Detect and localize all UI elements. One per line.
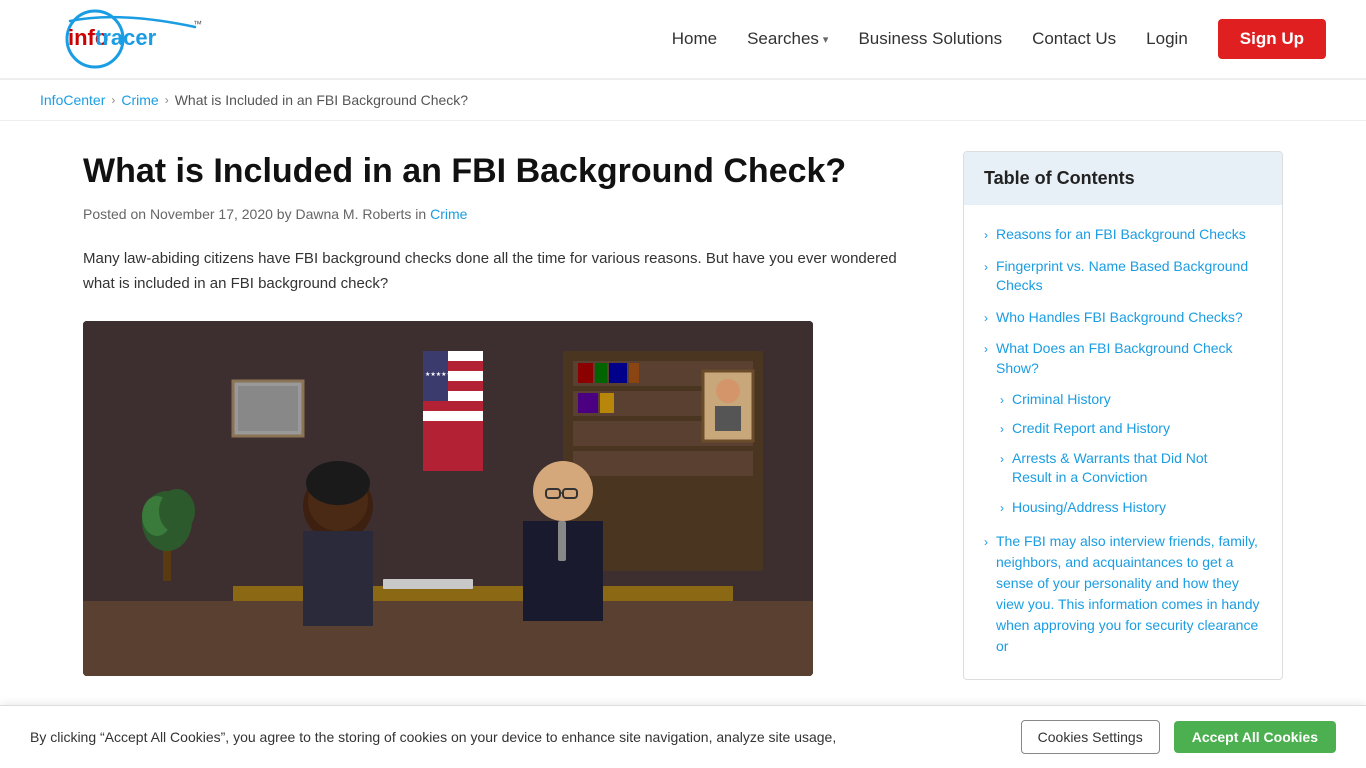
main-container: What is Included in an FBI Background Ch… [43,121,1323,710]
breadcrumb-infocenter[interactable]: InfoCenter [40,92,105,108]
home-link[interactable]: Home [672,29,717,49]
breadcrumb: InfoCenter › Crime › What is Included in… [0,80,1366,121]
toc-chevron-icon: › [984,533,988,551]
searches-dropdown-icon: ▾ [823,33,829,46]
toc-item-reasons[interactable]: › Reasons for an FBI Background Checks [964,219,1282,251]
article-content: What is Included in an FBI Background Ch… [83,151,923,680]
cookies-settings-button[interactable]: Cookies Settings [1021,720,1160,754]
toc-sub-credit-report[interactable]: › Credit Report and History [964,414,1282,444]
breadcrumb-current: What is Included in an FBI Background Ch… [175,92,468,108]
sidebar: Table of Contents › Reasons for an FBI B… [963,151,1283,680]
toc-list: › Reasons for an FBI Background Checks ›… [964,205,1282,679]
toc-item-what-shows[interactable]: › What Does an FBI Background Check Show… [964,333,1282,384]
logo[interactable]: info tracer ™ [40,9,215,69]
svg-text:★★★★★: ★★★★★ [425,371,452,378]
toc-chevron-icon: › [1000,451,1004,468]
toc-long-text[interactable]: › The FBI may also interview friends, fa… [964,523,1282,665]
toc-chevron-icon: › [984,310,988,327]
logo-svg: info tracer ™ [40,9,215,69]
business-solutions-link[interactable]: Business Solutions [858,29,1002,49]
searches-link[interactable]: Searches ▾ [747,29,828,49]
main-nav: info tracer ™ Home Searches ▾ Business S… [0,0,1366,80]
svg-text:tracer: tracer [95,25,157,50]
toc-sub-criminal-history[interactable]: › Criminal History [964,385,1282,415]
toc-sub-arrests-warrants[interactable]: › Arrests & Warrants that Did Not Result… [964,444,1282,493]
toc-chevron-icon: › [984,341,988,358]
signup-button[interactable]: Sign Up [1218,19,1326,59]
login-link[interactable]: Login [1146,29,1188,49]
toc-item-who-handles[interactable]: › Who Handles FBI Background Checks? [964,302,1282,334]
toc-box: Table of Contents › Reasons for an FBI B… [963,151,1283,680]
cookie-actions: Cookies Settings Accept All Cookies [1021,720,1336,754]
breadcrumb-crime[interactable]: Crime [121,92,158,108]
toc-header: Table of Contents [964,152,1282,205]
article-hero-image: ★★★★★ [83,321,813,676]
toc-sub-housing[interactable]: › Housing/Address History [964,493,1282,523]
toc-item-fingerprint[interactable]: › Fingerprint vs. Name Based Background … [964,251,1282,302]
nav-links: Home Searches ▾ Business Solutions Conta… [672,19,1326,59]
breadcrumb-sep-1: › [111,93,115,107]
toc-chevron-icon: › [984,259,988,276]
accept-all-cookies-button[interactable]: Accept All Cookies [1174,721,1336,753]
cookie-banner: By clicking “Accept All Cookies”, you ag… [0,705,1366,768]
article-category-link[interactable]: Crime [430,206,467,222]
contact-us-link[interactable]: Contact Us [1032,29,1116,49]
breadcrumb-sep-2: › [165,93,169,107]
article-title: What is Included in an FBI Background Ch… [83,151,923,192]
toc-chevron-icon: › [984,227,988,244]
article-intro: Many law-abiding citizens have FBI backg… [83,246,923,297]
toc-chevron-icon: › [1000,421,1004,438]
article-meta: Posted on November 17, 2020 by Dawna M. … [83,206,923,222]
toc-chevron-icon: › [1000,392,1004,409]
cookie-text: By clicking “Accept All Cookies”, you ag… [30,729,1001,745]
toc-chevron-icon: › [1000,500,1004,517]
